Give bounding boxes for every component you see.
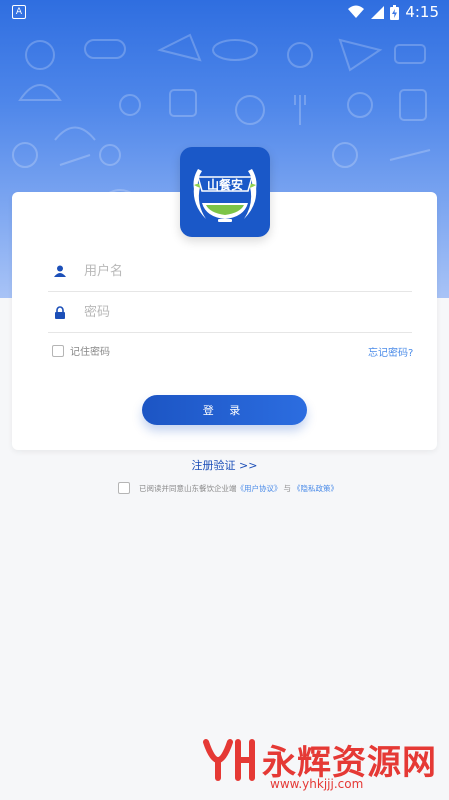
user-icon xyxy=(52,263,68,279)
user-agreement-link[interactable]: 《用户协议》 xyxy=(237,483,282,494)
remember-password[interactable]: 记住密码 xyxy=(52,343,110,358)
agreement-prefix: 已阅读并同意山东餐饮企业端 xyxy=(139,483,237,493)
username-field xyxy=(48,251,412,292)
clock-time: 4:15 xyxy=(405,3,439,21)
agreement-conjunction: 与 xyxy=(283,483,292,493)
wifi-icon xyxy=(348,5,365,18)
register-link[interactable]: 注册验证 >> xyxy=(0,457,449,473)
watermark-url: www.yhkjjj.com xyxy=(270,777,364,791)
password-field xyxy=(48,292,412,333)
agreement-checkbox[interactable] xyxy=(118,482,130,494)
username-input[interactable] xyxy=(82,262,386,280)
agreement-row: 已阅读并同意山东餐饮企业端 《用户协议》 与 《隐私政策》 xyxy=(118,482,338,494)
remember-checkbox[interactable] xyxy=(52,344,64,357)
lock-icon xyxy=(52,304,68,320)
forgot-password-link[interactable]: 忘记密码? xyxy=(368,344,413,359)
notification-icon: A xyxy=(12,5,26,19)
password-input[interactable] xyxy=(82,303,386,321)
remember-label: 记住密码 xyxy=(70,347,110,358)
battery-icon xyxy=(390,4,400,20)
logo-text: 山餐安 xyxy=(207,177,243,192)
login-button[interactable]: 登 录 xyxy=(142,395,307,425)
watermark-logo xyxy=(203,738,255,781)
privacy-policy-link[interactable]: 《隐私政策》 xyxy=(293,483,338,494)
status-icons: 4:15 xyxy=(348,3,439,21)
signal-icon xyxy=(371,6,385,19)
status-bar: A 4:15 xyxy=(0,0,449,24)
app-logo: 山餐安 xyxy=(180,147,270,237)
